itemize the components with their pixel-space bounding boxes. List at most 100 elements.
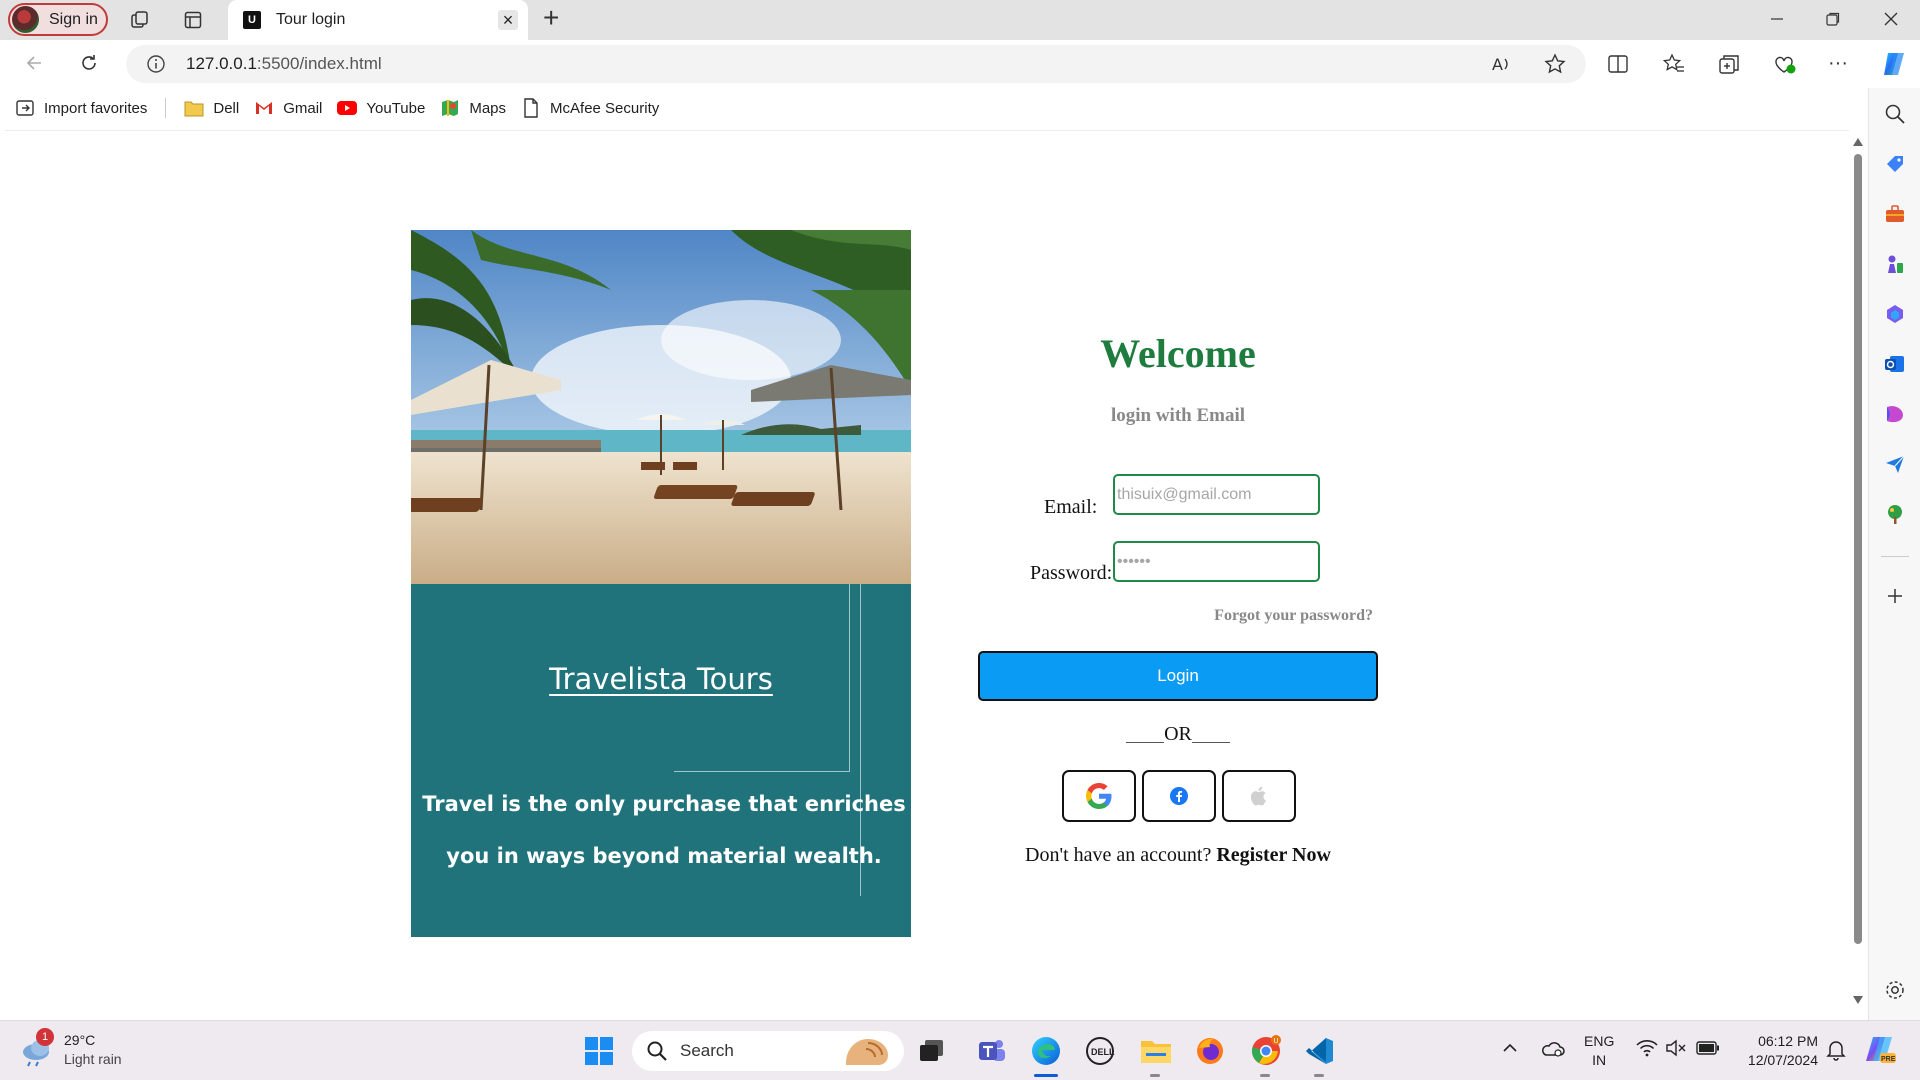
notification-bell-icon[interactable]: [1826, 1039, 1846, 1061]
favorite-youtube[interactable]: YouTube: [337, 98, 425, 118]
svg-text:PRE: PRE: [1881, 1056, 1896, 1063]
password-field[interactable]: [1113, 541, 1320, 582]
copilot-icon[interactable]: [1880, 50, 1908, 78]
sidebar-divider: [1881, 556, 1909, 557]
page-icon: [521, 98, 541, 118]
apple-login-button[interactable]: [1222, 770, 1296, 822]
outlook-icon[interactable]: [1883, 352, 1907, 376]
chrome-icon[interactable]: U: [1248, 1033, 1284, 1077]
google-login-button[interactable]: [1062, 770, 1136, 822]
read-aloud-icon[interactable]: A: [1491, 53, 1513, 75]
hero-quote: Travel is the only purchase that enriche…: [422, 792, 906, 868]
site-info-icon[interactable]: [146, 54, 166, 74]
restore-icon[interactable]: [1818, 6, 1848, 32]
new-tab-icon[interactable]: +: [543, 4, 559, 32]
settings-more-icon[interactable]: ···: [1828, 53, 1848, 73]
register-prompt: Don't have an account?: [1025, 844, 1212, 866]
collections-icon[interactable]: [1718, 53, 1740, 75]
copilot-taskbar-icon[interactable]: PRE: [1864, 1033, 1896, 1065]
svg-text:DELL: DELL: [1091, 1047, 1115, 1057]
tab-title: Tour login: [276, 11, 346, 28]
hero-panel: Travelista Tours Travel is the only purc…: [411, 230, 911, 937]
clock[interactable]: 06:12 PM 12/07/2024: [1744, 1032, 1818, 1070]
favorite-import[interactable]: Import favorites: [15, 98, 147, 118]
sidebar-settings-icon[interactable]: [1883, 978, 1907, 1002]
tab-favicon: U: [243, 11, 261, 29]
or-text: OR: [1164, 723, 1192, 745]
tree-icon[interactable]: [1883, 502, 1907, 526]
edge-taskbar-icon[interactable]: [1028, 1033, 1064, 1077]
vertical-scrollbar[interactable]: [1848, 134, 1868, 1016]
facebook-icon: [1170, 787, 1188, 805]
vscode-icon[interactable]: [1302, 1033, 1338, 1077]
refresh-icon[interactable]: [76, 50, 102, 76]
google-icon: [1086, 783, 1112, 809]
email-field[interactable]: [1113, 474, 1320, 515]
svg-text:A: A: [1492, 55, 1503, 74]
search-highlight-shell-icon: [846, 1039, 888, 1065]
beach-photo: [411, 230, 911, 584]
favorite-gmail[interactable]: Gmail: [254, 98, 322, 118]
minimize-icon[interactable]: [1762, 6, 1792, 32]
favorite-dell[interactable]: Dell: [184, 98, 239, 118]
add-icon[interactable]: [1883, 584, 1907, 608]
apple-icon: [1250, 786, 1266, 806]
password-label: Password:: [1030, 562, 1113, 584]
games-chess-icon[interactable]: [1883, 252, 1907, 276]
favorite-maps[interactable]: Maps: [440, 98, 506, 118]
register-now-link[interactable]: Register Now: [1216, 844, 1331, 866]
dell-icon[interactable]: DELL: [1082, 1033, 1118, 1069]
tab-actions-icon[interactable]: [181, 8, 205, 32]
avatar: [12, 6, 39, 33]
send-paper-plane-icon[interactable]: [1883, 452, 1907, 476]
teams-icon[interactable]: [974, 1033, 1010, 1069]
firefox-icon[interactable]: [1192, 1033, 1228, 1069]
profile-signin-button[interactable]: Sign in: [8, 3, 108, 36]
scroll-up-arrow-icon[interactable]: [1853, 138, 1863, 146]
weather-widget[interactable]: 1 29°C Light rain: [20, 1028, 122, 1069]
onedrive-cloud-icon[interactable]: [1540, 1037, 1566, 1059]
favorite-star-icon[interactable]: [1544, 53, 1566, 75]
taskbar-search[interactable]: Search: [632, 1031, 904, 1071]
favorites-icon[interactable]: [1663, 53, 1685, 75]
shopping-tag-icon[interactable]: [1883, 152, 1907, 176]
import-icon: [15, 98, 35, 118]
rain-cloud-icon: 1: [20, 1028, 56, 1068]
wifi-icon[interactable]: [1636, 1039, 1658, 1057]
browser-essentials-icon[interactable]: [1773, 53, 1797, 75]
task-view-icon[interactable]: [914, 1033, 950, 1069]
url-field[interactable]: 127.0.0.1:5500/index.html A: [126, 45, 1586, 83]
split-screen-icon[interactable]: [1607, 53, 1629, 75]
login-button[interactable]: Login: [978, 651, 1378, 701]
email-label: Email:: [1044, 496, 1098, 518]
search-icon[interactable]: [1883, 102, 1907, 126]
microsoft365-icon[interactable]: [1883, 302, 1907, 326]
close-window-icon[interactable]: [1876, 6, 1906, 32]
designer-icon[interactable]: [1883, 402, 1907, 426]
svg-text:U: U: [1274, 1038, 1279, 1045]
forgot-password-link[interactable]: Forgot your password?: [1118, 607, 1373, 625]
back-arrow-icon[interactable]: [21, 50, 47, 76]
tools-briefcase-icon[interactable]: [1883, 202, 1907, 226]
or-divider: OR: [1124, 723, 1232, 746]
show-hidden-icons-chevron-icon[interactable]: [1502, 1041, 1518, 1053]
favorite-mcafee[interactable]: McAfee Security: [521, 98, 659, 118]
file-explorer-icon[interactable]: [1138, 1033, 1174, 1077]
workspaces-icon[interactable]: [128, 8, 152, 32]
battery-icon[interactable]: [1696, 1041, 1720, 1055]
login-subtitle: login with Email: [1110, 405, 1246, 426]
address-bar-row: 127.0.0.1:5500/index.html A ···: [0, 40, 1920, 88]
brand-title[interactable]: Travelista Tours: [411, 662, 911, 696]
scroll-down-arrow-icon[interactable]: [1853, 996, 1863, 1004]
scrollbar-thumb[interactable]: [1854, 154, 1862, 944]
weather-condition: Light rain: [64, 1051, 122, 1067]
edge-sidebar: [1868, 88, 1920, 1020]
youtube-icon: [337, 98, 358, 118]
language-indicator[interactable]: ENG IN: [1584, 1032, 1614, 1070]
favorites-divider: [165, 98, 167, 118]
volume-muted-icon[interactable]: [1666, 1039, 1688, 1057]
tab-tour-login[interactable]: U Tour login ×: [228, 0, 528, 40]
facebook-login-button[interactable]: [1142, 770, 1216, 822]
windows-start-icon[interactable]: [581, 1033, 617, 1069]
close-tab-icon[interactable]: ×: [498, 10, 518, 30]
